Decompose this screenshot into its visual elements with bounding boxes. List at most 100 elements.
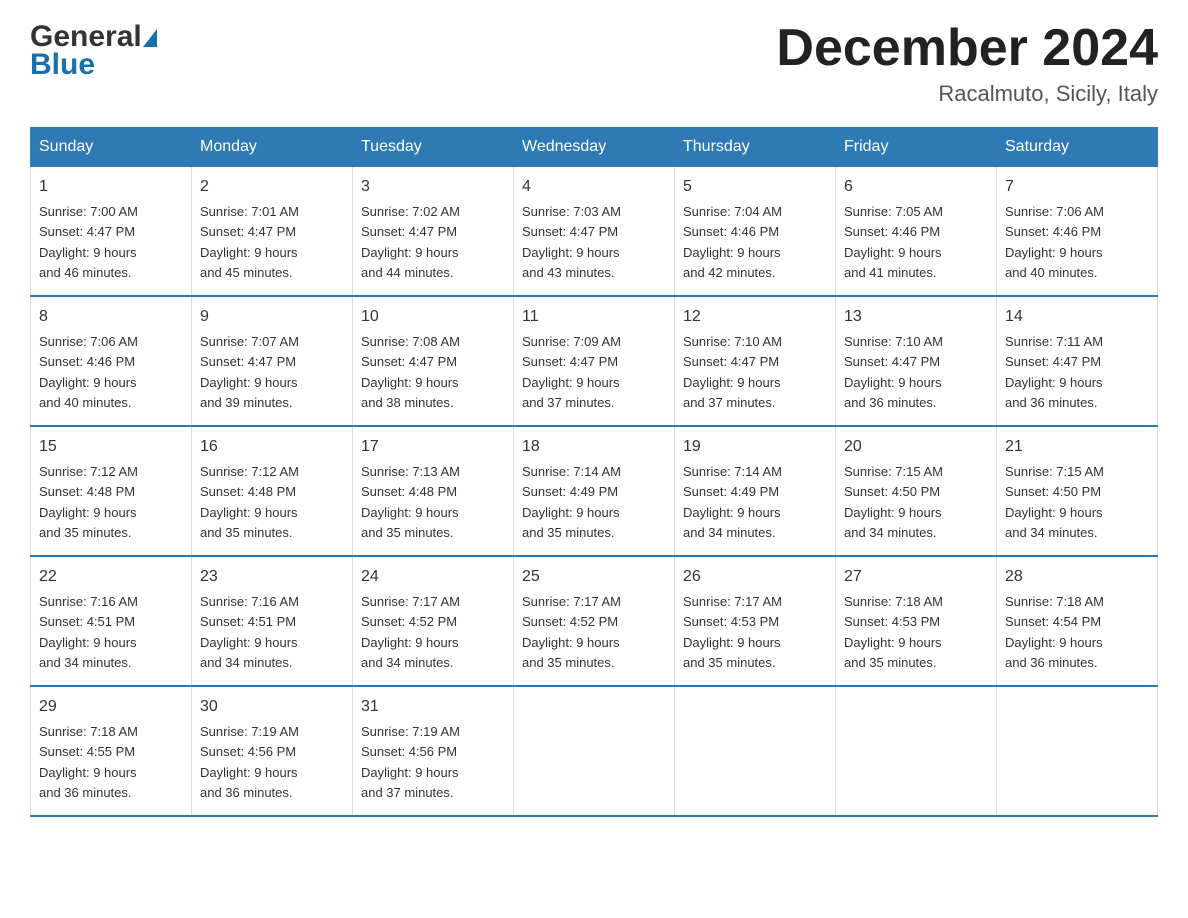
table-row: 2 Sunrise: 7:01 AMSunset: 4:47 PMDaylight…: [192, 167, 353, 297]
day-number: 13: [844, 305, 988, 329]
day-info: Sunrise: 7:07 AMSunset: 4:47 PMDaylight:…: [200, 334, 299, 410]
table-row: [836, 686, 997, 816]
table-row: 25Sunrise: 7:17 AMSunset: 4:52 PMDayligh…: [514, 556, 675, 686]
table-row: 19 Sunrise: 7:14 AMSunset: 4:49 PMDayligh…: [675, 426, 836, 556]
table-row: 21Sunrise: 7:15 AMSunset: 4:50 PMDayligh…: [997, 426, 1158, 556]
table-row: 1 Sunrise: 7:00 AMSunset: 4:47 PMDaylight…: [31, 167, 192, 297]
header-sunday: Sunday: [31, 128, 192, 167]
day-number: 2: [200, 175, 344, 199]
table-row: 17 Sunrise: 7:13 AMSunset: 4:48 PMDayligh…: [353, 426, 514, 556]
day-number: 7: [1005, 175, 1149, 199]
table-row: 3 Sunrise: 7:02 AMSunset: 4:47 PMDaylight…: [353, 167, 514, 297]
table-row: [675, 686, 836, 816]
table-row: 20 Sunrise: 7:15 AMSunset: 4:50 PMDayligh…: [836, 426, 997, 556]
table-row: [514, 686, 675, 816]
table-row: 7 Sunrise: 7:06 AMSunset: 4:46 PMDaylight…: [997, 167, 1158, 297]
table-row: 5Sunrise: 7:04 AMSunset: 4:46 PMDaylight…: [675, 167, 836, 297]
table-row: 8 Sunrise: 7:06 AMSunset: 4:46 PMDaylight…: [31, 296, 192, 426]
table-row: 4Sunrise: 7:03 AMSunset: 4:47 PMDaylight…: [514, 167, 675, 297]
day-number: 3: [361, 175, 505, 199]
day-info: Sunrise: 7:01 AMSunset: 4:47 PMDaylight:…: [200, 204, 299, 280]
table-row: 14 Sunrise: 7:11 AMSunset: 4:47 PMDayligh…: [997, 296, 1158, 426]
day-number: 8: [39, 305, 183, 329]
day-number: 20: [844, 435, 988, 459]
calendar-week-row: 8 Sunrise: 7:06 AMSunset: 4:46 PMDaylight…: [31, 296, 1158, 426]
day-number: 28: [1005, 565, 1149, 589]
day-number: 10: [361, 305, 505, 329]
table-row: 31 Sunrise: 7:19 AMSunset: 4:56 PMDayligh…: [353, 686, 514, 816]
header-saturday: Saturday: [997, 128, 1158, 167]
table-row: 30Sunrise: 7:19 AMSunset: 4:56 PMDayligh…: [192, 686, 353, 816]
day-info: Sunrise: 7:02 AMSunset: 4:47 PMDaylight:…: [361, 204, 460, 280]
table-row: 16 Sunrise: 7:12 AMSunset: 4:48 PMDayligh…: [192, 426, 353, 556]
calendar-subtitle: Racalmuto, Sicily, Italy: [776, 81, 1158, 107]
day-number: 22: [39, 565, 183, 589]
calendar-week-row: 15 Sunrise: 7:12 AMSunset: 4:48 PMDayligh…: [31, 426, 1158, 556]
day-number: 15: [39, 435, 183, 459]
day-number: 19: [683, 435, 827, 459]
table-row: 28 Sunrise: 7:18 AMSunset: 4:54 PMDayligh…: [997, 556, 1158, 686]
day-info: Sunrise: 7:06 AMSunset: 4:46 PMDaylight:…: [39, 334, 138, 410]
day-info: Sunrise: 7:15 AMSunset: 4:50 PMDaylight:…: [844, 464, 943, 540]
logo: General Blue: [30, 20, 157, 82]
day-info: Sunrise: 7:17 AMSunset: 4:52 PMDaylight:…: [361, 594, 460, 670]
day-info: Sunrise: 7:17 AMSunset: 4:53 PMDaylight:…: [683, 594, 782, 670]
header-friday: Friday: [836, 128, 997, 167]
day-info: Sunrise: 7:13 AMSunset: 4:48 PMDaylight:…: [361, 464, 460, 540]
table-row: 12 Sunrise: 7:10 AMSunset: 4:47 PMDayligh…: [675, 296, 836, 426]
day-info: Sunrise: 7:16 AMSunset: 4:51 PMDaylight:…: [200, 594, 299, 670]
calendar-week-row: 1 Sunrise: 7:00 AMSunset: 4:47 PMDaylight…: [31, 167, 1158, 297]
day-info: Sunrise: 7:18 AMSunset: 4:53 PMDaylight:…: [844, 594, 943, 670]
table-row: 10Sunrise: 7:08 AMSunset: 4:47 PMDayligh…: [353, 296, 514, 426]
table-row: 18Sunrise: 7:14 AMSunset: 4:49 PMDayligh…: [514, 426, 675, 556]
day-info: Sunrise: 7:19 AMSunset: 4:56 PMDaylight:…: [361, 724, 460, 800]
day-number: 23: [200, 565, 344, 589]
days-header-row: Sunday Monday Tuesday Wednesday Thursday…: [31, 128, 1158, 167]
calendar-week-row: 29Sunrise: 7:18 AMSunset: 4:55 PMDayligh…: [31, 686, 1158, 816]
calendar-table: Sunday Monday Tuesday Wednesday Thursday…: [30, 127, 1158, 817]
day-number: 18: [522, 435, 666, 459]
day-info: Sunrise: 7:00 AMSunset: 4:47 PMDaylight:…: [39, 204, 138, 280]
day-number: 31: [361, 695, 505, 719]
day-info: Sunrise: 7:03 AMSunset: 4:47 PMDaylight:…: [522, 204, 621, 280]
table-row: 22 Sunrise: 7:16 AMSunset: 4:51 PMDayligh…: [31, 556, 192, 686]
table-row: 13 Sunrise: 7:10 AMSunset: 4:47 PMDayligh…: [836, 296, 997, 426]
header-thursday: Thursday: [675, 128, 836, 167]
day-info: Sunrise: 7:10 AMSunset: 4:47 PMDaylight:…: [844, 334, 943, 410]
calendar-title: December 2024: [776, 20, 1158, 77]
calendar-week-row: 22 Sunrise: 7:16 AMSunset: 4:51 PMDayligh…: [31, 556, 1158, 686]
day-info: Sunrise: 7:06 AMSunset: 4:46 PMDaylight:…: [1005, 204, 1104, 280]
day-info: Sunrise: 7:18 AMSunset: 4:54 PMDaylight:…: [1005, 594, 1104, 670]
table-row: 26Sunrise: 7:17 AMSunset: 4:53 PMDayligh…: [675, 556, 836, 686]
day-number: 12: [683, 305, 827, 329]
day-number: 27: [844, 565, 988, 589]
day-number: 9: [200, 305, 344, 329]
day-number: 6: [844, 175, 988, 199]
day-number: 21: [1005, 435, 1149, 459]
table-row: 24Sunrise: 7:17 AMSunset: 4:52 PMDayligh…: [353, 556, 514, 686]
day-info: Sunrise: 7:17 AMSunset: 4:52 PMDaylight:…: [522, 594, 621, 670]
header-tuesday: Tuesday: [353, 128, 514, 167]
table-row: 6Sunrise: 7:05 AMSunset: 4:46 PMDaylight…: [836, 167, 997, 297]
table-row: 23 Sunrise: 7:16 AMSunset: 4:51 PMDayligh…: [192, 556, 353, 686]
day-number: 5: [683, 175, 827, 199]
day-info: Sunrise: 7:12 AMSunset: 4:48 PMDaylight:…: [200, 464, 299, 540]
logo-arrow-icon: [143, 29, 157, 47]
day-info: Sunrise: 7:09 AMSunset: 4:47 PMDaylight:…: [522, 334, 621, 410]
table-row: 15Sunrise: 7:12 AMSunset: 4:48 PMDayligh…: [31, 426, 192, 556]
day-number: 17: [361, 435, 505, 459]
day-info: Sunrise: 7:14 AMSunset: 4:49 PMDaylight:…: [683, 464, 782, 540]
day-number: 16: [200, 435, 344, 459]
day-info: Sunrise: 7:11 AMSunset: 4:47 PMDaylight:…: [1005, 334, 1103, 410]
header-wednesday: Wednesday: [514, 128, 675, 167]
table-row: [997, 686, 1158, 816]
day-info: Sunrise: 7:10 AMSunset: 4:47 PMDaylight:…: [683, 334, 782, 410]
header-monday: Monday: [192, 128, 353, 167]
day-number: 14: [1005, 305, 1149, 329]
page-header: General Blue December 2024 Racalmuto, Si…: [30, 20, 1158, 107]
table-row: 29Sunrise: 7:18 AMSunset: 4:55 PMDayligh…: [31, 686, 192, 816]
day-number: 30: [200, 695, 344, 719]
title-block: December 2024 Racalmuto, Sicily, Italy: [776, 20, 1158, 107]
day-number: 1: [39, 175, 183, 199]
day-info: Sunrise: 7:16 AMSunset: 4:51 PMDaylight:…: [39, 594, 138, 670]
